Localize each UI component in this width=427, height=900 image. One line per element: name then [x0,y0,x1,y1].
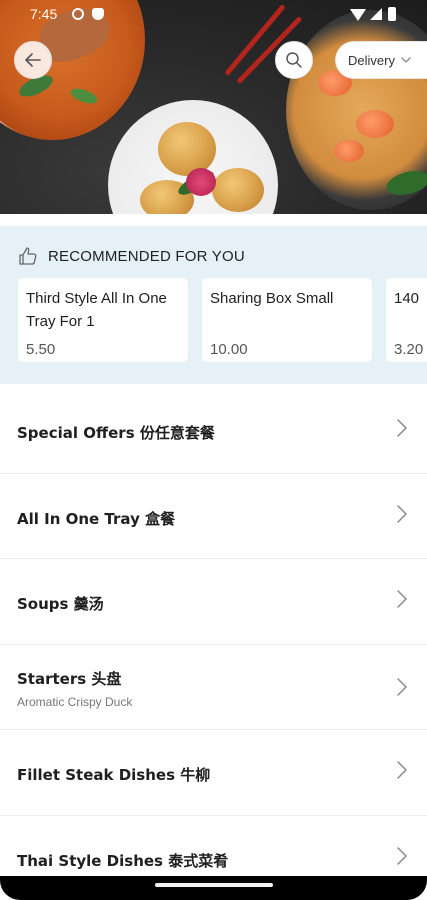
category-subtitle: Aromatic Crispy Duck [17,694,133,709]
chevron-right-icon [397,677,408,696]
category-row-special-offers[interactable]: Special Offers 份任意套餐 [0,388,427,474]
category-title: Fillet Steak Dishes 牛柳 [17,766,211,784]
thumbs-up-icon [19,247,37,265]
recommended-card-name: 140 [394,290,420,307]
delivery-mode-label: Delivery [348,52,395,68]
status-time: 7:45 [30,6,58,22]
recommended-card-name: Third Style All In One Tray For 1 [26,290,167,330]
status-bar: 7:45 [0,0,427,30]
recommended-card-name: Sharing Box Small [210,290,334,307]
category-row-soups[interactable]: Soups 羹汤 [0,559,427,645]
category-title: Starters 头盘 [17,669,122,688]
search-button[interactable] [275,41,313,79]
system-nav-bar [0,876,427,900]
recommended-header: RECOMMENDED FOR YOU [18,244,245,268]
chevron-right-icon [397,590,408,608]
category-row-starters[interactable]: Starters 头盘 Aromatic Crispy Duck [0,645,427,730]
chevron-right-icon [397,761,408,779]
back-button[interactable] [14,41,52,79]
category-row-all-in-one-tray[interactable]: All In One Tray 盒餐 [0,474,427,559]
recommended-card[interactable]: 140 3.20 [386,278,427,362]
chevron-right-icon [397,419,408,437]
delivery-mode-dropdown[interactable]: Delivery [335,41,427,79]
chevron-right-icon [397,504,408,523]
recommended-title: RECOMMENDED FOR YOU [48,247,245,265]
hero-food-image [0,0,427,214]
home-gesture-handle[interactable] [155,883,273,887]
signal-icon [370,8,382,20]
recommended-card[interactable]: Third Style All In One Tray For 1 5.50 [18,278,188,362]
category-title: All In One Tray 盒餐 [17,509,176,528]
recommended-card-price: 5.50 [26,341,56,358]
category-list: Special Offers 份任意套餐 All In One Tray 盒餐 … [0,388,427,900]
recommended-card-price: 3.20 [394,341,424,358]
shield-status-icon [92,8,104,20]
category-title: Thai Style Dishes 泰式菜肴 [17,851,229,870]
settings-status-icon [72,8,84,20]
recommended-section: RECOMMENDED FOR YOU Third Style All In O… [0,226,427,384]
chevron-right-icon [397,846,408,865]
wifi-icon [350,9,366,21]
category-row-fillet-steak[interactable]: Fillet Steak Dishes 牛柳 [0,730,427,816]
battery-icon [388,7,396,21]
recommended-card-price: 10.00 [210,341,248,358]
category-title: Soups 羹汤 [17,595,104,613]
arrow-left-icon [25,53,41,67]
category-title: Special Offers 份任意套餐 [17,424,215,442]
recommended-card[interactable]: Sharing Box Small 10.00 [202,278,372,362]
chevron-down-icon [401,57,411,63]
search-icon [286,52,302,68]
